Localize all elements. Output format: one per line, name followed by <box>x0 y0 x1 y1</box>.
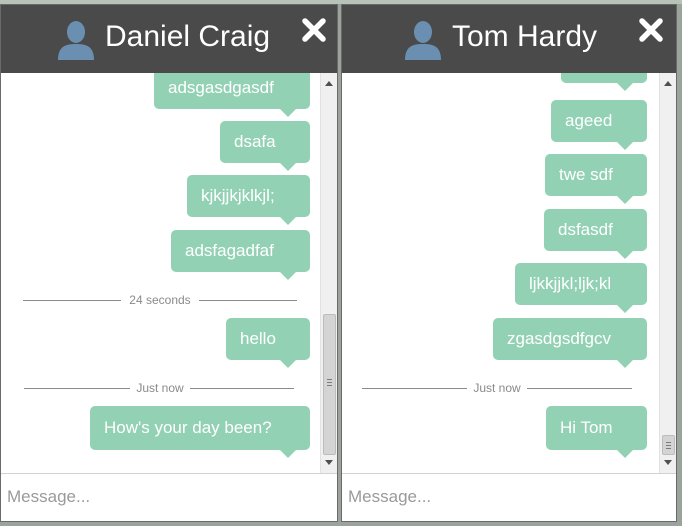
time-separator: Just now <box>24 380 294 396</box>
separator-label: 24 seconds <box>129 293 191 307</box>
close-icon[interactable] <box>301 17 327 43</box>
scroll-down-arrow-icon[interactable] <box>664 460 672 465</box>
message-composer <box>342 473 676 521</box>
separator-label: Just now <box>136 381 184 395</box>
contact-name: Tom Hardy <box>452 20 598 53</box>
chat-window-daniel-craig: Daniel Craig adsgasdgasdf dsafa kjkjjkjk… <box>0 4 338 522</box>
scroll-thumb[interactable] <box>662 435 675 455</box>
message-bubble: ljkkjjkl;ljk;kl <box>515 263 647 313</box>
message-bubble: twe sdf <box>545 154 647 204</box>
time-separator: Just now <box>362 380 632 396</box>
scroll-up-arrow-icon[interactable] <box>325 81 333 86</box>
contact-name: Daniel Craig <box>105 20 271 53</box>
vertical-scrollbar[interactable] <box>320 73 337 473</box>
message-input[interactable] <box>348 484 648 510</box>
message-bubble: ageed <box>551 100 647 150</box>
chat-window-tom-hardy: Tom Hardy ageed twe sdf dsfasdf ljkkjjkl… <box>341 4 677 522</box>
message-bubble: dsafa <box>220 121 310 171</box>
message-bubble: adsfagadfaf <box>171 230 310 280</box>
message-bubble: kjkjjkjklkjl; <box>187 175 310 225</box>
user-avatar-icon <box>405 21 441 60</box>
message-bubble: Hi Tom <box>546 406 647 458</box>
message-list[interactable]: adsgasdgasdf dsafa kjkjjkjklkjl; adsfaga… <box>1 73 337 473</box>
scroll-up-arrow-icon[interactable] <box>664 81 672 86</box>
close-icon[interactable] <box>638 17 664 43</box>
chat-header: Tom Hardy <box>342 5 676 73</box>
separator-label: Just now <box>473 381 521 395</box>
time-separator: 24 seconds <box>23 292 297 308</box>
user-avatar-icon <box>58 21 94 60</box>
scroll-down-arrow-icon[interactable] <box>325 460 333 465</box>
message-bubble <box>561 73 647 91</box>
message-bubble: adsgasdgasdf <box>154 73 310 117</box>
message-bubble: dsfasdf <box>544 209 647 259</box>
message-input[interactable] <box>7 484 307 510</box>
scroll-thumb[interactable] <box>323 314 336 455</box>
message-bubble: How's your day been? <box>90 406 310 458</box>
message-bubble: zgasdgsdfgcv <box>493 318 647 368</box>
message-list[interactable]: ageed twe sdf dsfasdf ljkkjjkl;ljk;kl zg… <box>342 73 676 473</box>
message-composer <box>1 473 337 521</box>
message-bubble: hello <box>226 318 310 368</box>
chat-header: Daniel Craig <box>1 5 337 73</box>
vertical-scrollbar[interactable] <box>659 73 676 473</box>
